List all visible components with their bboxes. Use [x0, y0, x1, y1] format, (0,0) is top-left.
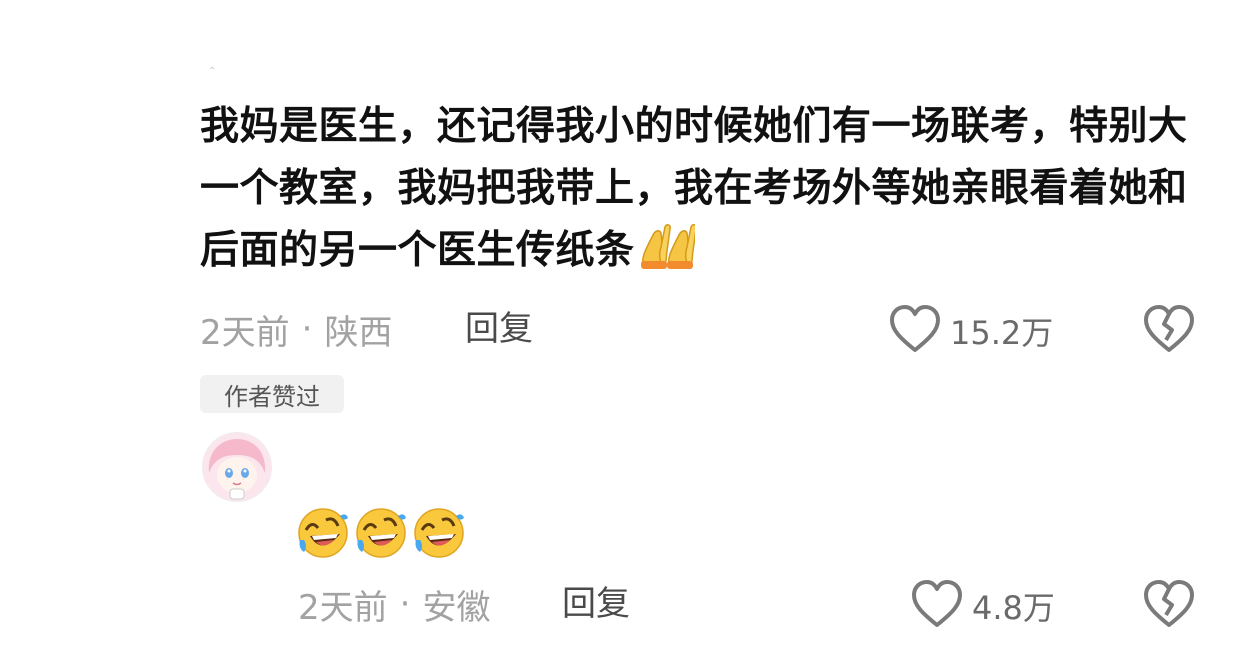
- comment-time: 2天前: [200, 312, 290, 353]
- heart-outline-icon: [910, 579, 964, 633]
- reply-like-button[interactable]: 4.8万: [910, 579, 1055, 633]
- meta-separator: ·: [399, 584, 411, 624]
- reply-time: 2天前: [298, 587, 388, 628]
- meta-separator: ·: [301, 309, 313, 349]
- author-liked-badge: 作者赞过: [200, 375, 344, 413]
- avatar[interactable]: [202, 432, 272, 502]
- comment-meta: 2天前 · 陕西: [200, 305, 392, 353]
- reply-body: [296, 506, 466, 564]
- reply-reply-button[interactable]: 回复: [562, 580, 630, 628]
- reply-location: 安徽: [422, 587, 491, 628]
- rolling-on-floor-laughing-emoji: [412, 506, 466, 564]
- broken-heart-icon[interactable]: [1142, 579, 1196, 633]
- like-count: 15.2万: [950, 314, 1054, 352]
- like-button[interactable]: 15.2万: [888, 304, 1053, 358]
- broken-heart-icon[interactable]: [1142, 304, 1196, 358]
- comment-body: 我妈是医生，还记得我小的时候她们有一场联考，特别大一个教室，我妈把我带上，我在考…: [200, 96, 1200, 290]
- top-artifact: ⌃: [208, 66, 217, 77]
- reply-button[interactable]: 回复: [465, 305, 533, 353]
- reply-meta: 2天前 · 安徽: [298, 580, 490, 628]
- folded-hands-emoji: [637, 221, 697, 290]
- rolling-on-floor-laughing-emoji: [354, 506, 408, 564]
- comment-location: 陕西: [324, 312, 393, 353]
- heart-outline-icon: [888, 304, 942, 358]
- rolling-on-floor-laughing-emoji: [296, 506, 350, 564]
- reply-like-count: 4.8万: [972, 589, 1055, 627]
